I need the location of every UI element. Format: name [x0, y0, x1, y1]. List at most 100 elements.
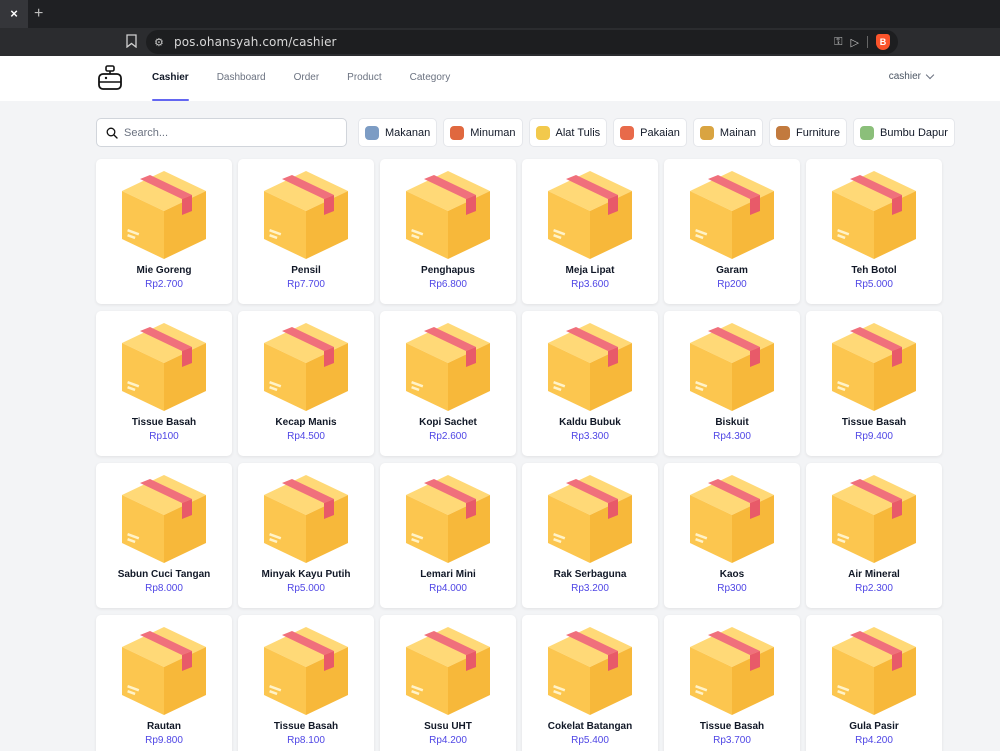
send-icon[interactable]: ▷: [851, 36, 859, 49]
product-card[interactable]: Tissue Basah Rp3.700: [664, 615, 800, 751]
product-name: Tissue Basah: [841, 417, 907, 428]
product-name: Tissue Basah: [699, 721, 765, 732]
search-icon: [106, 127, 118, 139]
product-price: Rp2.700: [145, 279, 183, 290]
product-card[interactable]: Cokelat Batangan Rp5.400: [522, 615, 658, 751]
product-price: Rp2.300: [855, 583, 893, 594]
product-name: Lemari Mini: [420, 569, 476, 580]
product-box-icon: [120, 625, 208, 717]
product-box-icon: [546, 625, 634, 717]
product-box-icon: [262, 321, 350, 413]
product-price: Rp9.400: [855, 431, 893, 442]
category-chip-label: Pakaian: [640, 126, 680, 139]
clothes-icon: [620, 125, 635, 140]
product-box-icon: [120, 473, 208, 565]
product-card[interactable]: Meja Lipat Rp3.600: [522, 159, 658, 304]
product-card[interactable]: Biskuit Rp4.300: [664, 311, 800, 456]
product-name: Minyak Kayu Putih: [261, 569, 351, 580]
product-name: Meja Lipat: [565, 265, 615, 276]
close-tab-icon[interactable]: ×: [0, 0, 28, 28]
divider: [867, 36, 868, 48]
product-box-icon: [830, 473, 918, 565]
furniture-icon: [776, 125, 790, 140]
product-name: Susu UHT: [424, 721, 472, 732]
url-field[interactable]: ⚙ pos.ohansyah.com/cashier ⚿ ▷ B: [146, 30, 898, 54]
category-chip[interactable]: Pakaian: [613, 118, 687, 147]
app-header: Cashier Dashboard Order Product Category…: [0, 56, 1000, 101]
product-price: Rp9.800: [145, 735, 183, 746]
product-card[interactable]: Kopi Sachet Rp2.600: [380, 311, 516, 456]
product-box-icon: [120, 321, 208, 413]
product-box-icon: [404, 625, 492, 717]
bookmark-icon[interactable]: [126, 34, 137, 48]
product-box-icon: [830, 321, 918, 413]
key-icon[interactable]: ⚿: [834, 36, 842, 49]
product-name: Gula Pasir: [849, 721, 899, 732]
product-card[interactable]: Kaldu Bubuk Rp3.300: [522, 311, 658, 456]
user-menu[interactable]: cashier: [888, 70, 935, 82]
brave-shield-icon[interactable]: B: [876, 34, 890, 50]
nav-category[interactable]: Category: [410, 56, 451, 101]
main-nav: Cashier Dashboard Order Product Category: [152, 56, 450, 101]
product-card[interactable]: Tissue Basah Rp9.400: [806, 311, 942, 456]
nav-order[interactable]: Order: [294, 56, 320, 101]
product-price: Rp7.700: [287, 279, 325, 290]
product-card[interactable]: Gula Pasir Rp4.200: [806, 615, 942, 751]
category-chip[interactable]: Alat Tulis: [528, 118, 608, 147]
category-chip[interactable]: Makanan: [358, 118, 438, 147]
nav-cashier[interactable]: Cashier: [152, 56, 189, 101]
product-card[interactable]: Teh Botol Rp5.000: [806, 159, 942, 304]
search-box[interactable]: [96, 118, 347, 147]
product-card[interactable]: Lemari Mini Rp4.000: [380, 463, 516, 608]
product-card[interactable]: Rak Serbaguna Rp3.200: [522, 463, 658, 608]
category-chip[interactable]: Bumbu Dapur: [853, 118, 955, 147]
product-card[interactable]: Tissue Basah Rp100: [96, 311, 232, 456]
category-chip-label: Bumbu Dapur: [880, 126, 948, 139]
product-card[interactable]: Minyak Kayu Putih Rp5.000: [238, 463, 374, 608]
nav-product[interactable]: Product: [347, 56, 381, 101]
category-chip-label: Alat Tulis: [555, 126, 601, 139]
product-box-icon: [546, 473, 634, 565]
product-price: Rp4.200: [429, 735, 467, 746]
new-tab-button[interactable]: +: [34, 0, 43, 28]
user-name: cashier: [888, 71, 921, 82]
product-name: Air Mineral: [848, 569, 900, 580]
product-price: Rp5.000: [287, 583, 325, 594]
product-card[interactable]: Rautan Rp9.800: [96, 615, 232, 751]
browser-address-bar: ⚙ pos.ohansyah.com/cashier ⚿ ▷ B: [0, 28, 1000, 56]
product-card[interactable]: Susu UHT Rp4.200: [380, 615, 516, 751]
category-filter: Makanan Minuman Alat Tulis Pakaian Mainan Fur…: [358, 118, 955, 147]
site-settings-icon[interactable]: ⚙: [154, 36, 164, 49]
nav-dashboard[interactable]: Dashboard: [217, 56, 266, 101]
product-name: Sabun Cuci Tangan: [117, 569, 211, 580]
product-name: Biskuit: [715, 417, 749, 428]
product-card[interactable]: Garam Rp200: [664, 159, 800, 304]
url-text[interactable]: pos.ohansyah.com/cashier: [174, 35, 337, 49]
product-card[interactable]: Mie Goreng Rp2.700: [96, 159, 232, 304]
chevron-down-icon: [925, 70, 935, 80]
product-price: Rp100: [149, 431, 179, 442]
cashier-logo-icon[interactable]: [96, 64, 124, 92]
product-card[interactable]: Tissue Basah Rp8.100: [238, 615, 374, 751]
product-box-icon: [262, 473, 350, 565]
product-name: Tissue Basah: [273, 721, 339, 732]
category-chip[interactable]: Mainan: [692, 118, 763, 147]
search-input[interactable]: [124, 124, 334, 142]
product-card[interactable]: Kaos Rp300: [664, 463, 800, 608]
product-box-icon: [120, 169, 208, 261]
product-box-icon: [688, 169, 776, 261]
product-name: Kopi Sachet: [419, 417, 477, 428]
product-grid: Mie Goreng Rp2.700 Pensil Rp7.700 Penghapus R…: [96, 159, 942, 751]
category-chip[interactable]: Minuman: [443, 118, 523, 147]
product-card[interactable]: Sabun Cuci Tangan Rp8.000: [96, 463, 232, 608]
product-box-icon: [830, 169, 918, 261]
product-card[interactable]: Kecap Manis Rp4.500: [238, 311, 374, 456]
spice-icon: [860, 125, 875, 140]
product-box-icon: [688, 473, 776, 565]
product-name: Garam: [716, 265, 748, 276]
product-card[interactable]: Penghapus Rp6.800: [380, 159, 516, 304]
product-card[interactable]: Pensil Rp7.700: [238, 159, 374, 304]
category-chip[interactable]: Furniture: [769, 118, 848, 147]
product-card[interactable]: Air Mineral Rp2.300: [806, 463, 942, 608]
product-price: Rp3.700: [713, 735, 751, 746]
